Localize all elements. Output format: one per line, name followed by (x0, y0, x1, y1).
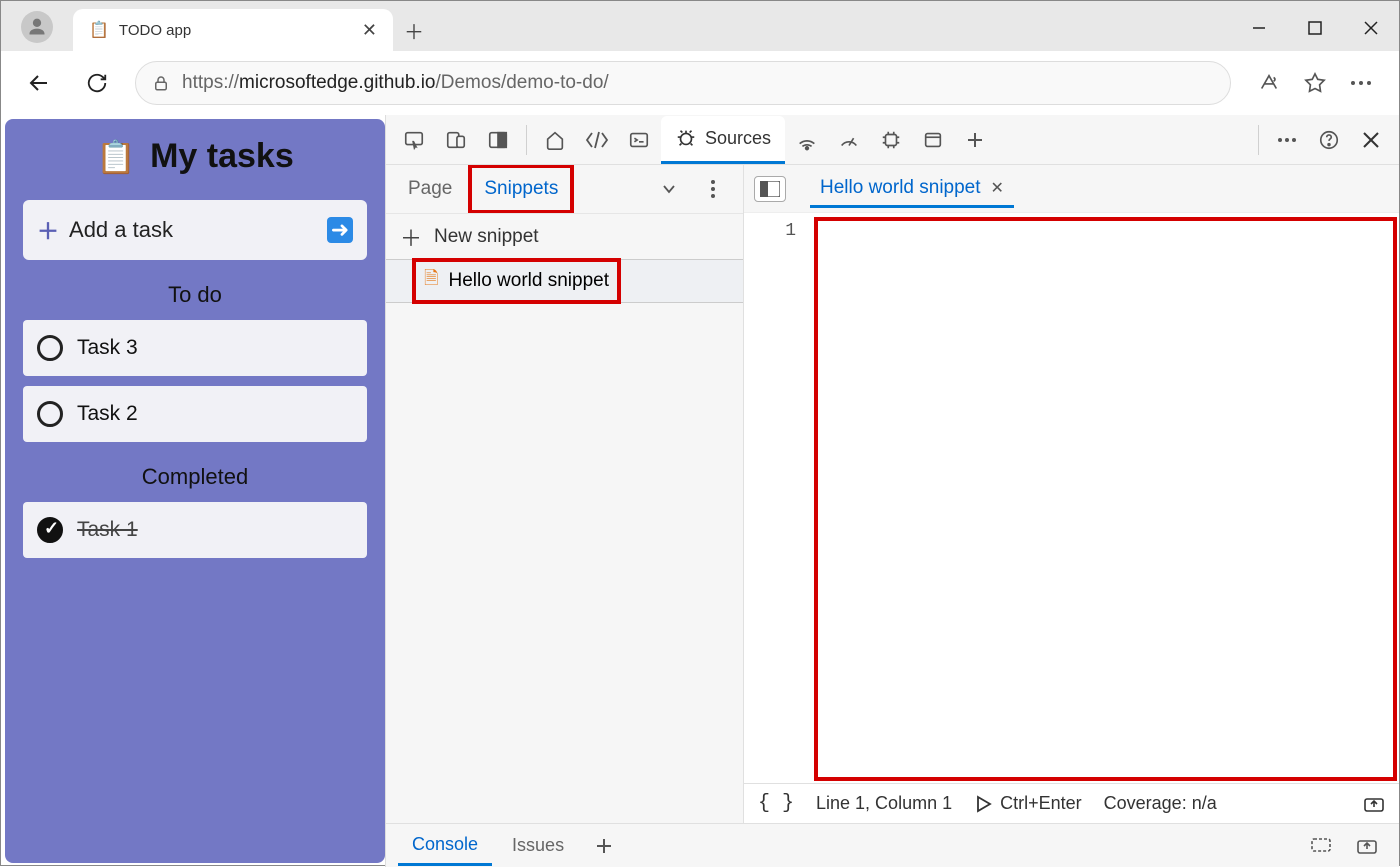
editor-tab-label: Hello world snippet (820, 177, 981, 199)
editor-tabstrip: Hello world snippet ✕ (744, 165, 1399, 213)
toggle-navigator-button[interactable] (754, 176, 786, 202)
page-tab[interactable]: Page (396, 168, 464, 210)
devtools: Sources Page Snippets (385, 115, 1399, 867)
new-snippet-label: New snippet (434, 226, 539, 248)
application-tab-icon[interactable] (913, 120, 953, 160)
editor-pane: Hello world snippet ✕ 1 { } Line 1, Colu… (744, 165, 1399, 823)
bug-icon (675, 127, 697, 149)
editor-tab[interactable]: Hello world snippet ✕ (810, 169, 1014, 208)
coverage-status: Coverage: n/a (1104, 793, 1217, 814)
performance-tab-icon[interactable] (829, 120, 869, 160)
task-item[interactable]: Task 1 (23, 502, 367, 558)
lock-icon (152, 74, 170, 92)
navigator-pane: Page Snippets ＋ New snippet 🗎 Hello worl… (386, 165, 744, 823)
add-task-input[interactable]: ＋ Add a task ➜ (23, 200, 367, 260)
run-snippet-button[interactable]: Ctrl+Enter (974, 793, 1082, 814)
snippet-name: Hello world snippet (448, 270, 609, 292)
source-map-button[interactable] (1363, 795, 1385, 813)
highlight-box (814, 217, 1397, 781)
clipboard-icon: 📋 (89, 20, 109, 40)
favorite-button[interactable] (1295, 63, 1335, 103)
task-item[interactable]: Task 3 (23, 320, 367, 376)
more-tabs-button[interactable] (955, 120, 995, 160)
task-check-icon[interactable] (37, 401, 63, 427)
pretty-print-button[interactable]: { } (758, 792, 794, 815)
browser-tab-title: TODO app (119, 22, 348, 39)
welcome-tab-icon[interactable] (535, 120, 575, 160)
sources-tab-label: Sources (705, 128, 771, 149)
back-button[interactable] (19, 63, 59, 103)
profile-avatar[interactable] (21, 11, 53, 43)
browser-tab[interactable]: 📋 TODO app ✕ (73, 9, 393, 51)
window-maximize-button[interactable] (1287, 5, 1343, 51)
task-label: Task 1 (77, 518, 138, 542)
code-editor[interactable]: 1 (744, 213, 1399, 783)
help-button[interactable] (1309, 120, 1349, 160)
new-snippet-button[interactable]: ＋ New snippet (386, 213, 743, 259)
inspect-icon[interactable] (394, 120, 434, 160)
new-tab-button[interactable]: ＋ (393, 9, 435, 51)
drawer-expand-icon[interactable] (1347, 826, 1387, 866)
window-titlebar: 📋 TODO app ✕ ＋ (1, 1, 1399, 51)
device-toggle-icon[interactable] (436, 120, 476, 160)
url-field[interactable]: https://microsoftedge.github.io/Demos/de… (135, 61, 1231, 105)
address-bar: https://microsoftedge.github.io/Demos/de… (1, 51, 1399, 115)
cursor-position: Line 1, Column 1 (816, 793, 952, 814)
close-devtools-button[interactable] (1351, 120, 1391, 160)
completed-heading: Completed (23, 464, 367, 490)
close-tab-button[interactable]: ✕ (358, 16, 381, 45)
task-check-icon[interactable] (37, 335, 63, 361)
snippet-file-icon: 🗎 (424, 266, 438, 296)
app-title: 📋 My tasks (23, 137, 367, 176)
task-check-icon[interactable] (37, 517, 63, 543)
add-drawer-tab-button[interactable] (584, 826, 624, 866)
plus-icon: ＋ (37, 214, 59, 246)
settings-menu-button[interactable] (1341, 63, 1381, 103)
snippets-tab[interactable]: Snippets (468, 165, 574, 214)
memory-tab-icon[interactable] (871, 120, 911, 160)
dock-icon[interactable] (478, 120, 518, 160)
task-label: Task 2 (77, 402, 138, 426)
url-text: https://microsoftedge.github.io/Demos/de… (182, 72, 609, 94)
task-item[interactable]: Task 2 (23, 386, 367, 442)
console-drawer: Console Issues (386, 823, 1399, 867)
task-label: Task 3 (77, 336, 138, 360)
line-number: 1 (744, 213, 814, 783)
sources-tab[interactable]: Sources (661, 116, 785, 164)
window-minimize-button[interactable] (1231, 5, 1287, 51)
submit-task-button[interactable]: ➜ (327, 217, 353, 243)
network-tab-icon[interactable] (787, 120, 827, 160)
issues-tab[interactable]: Issues (498, 827, 578, 864)
snippet-item[interactable]: 🗎 Hello world snippet (386, 259, 743, 303)
console-tab[interactable]: Console (398, 826, 492, 866)
close-editor-tab-button[interactable]: ✕ (991, 178, 1004, 198)
todo-heading: To do (23, 282, 367, 308)
navigator-more-button[interactable] (693, 169, 733, 209)
elements-tab-icon[interactable] (577, 120, 617, 160)
refresh-button[interactable] (77, 63, 117, 103)
devtools-toolbar: Sources (386, 115, 1399, 165)
window-close-button[interactable] (1343, 5, 1399, 51)
clipboard-icon: 📋 (96, 138, 136, 176)
add-task-label: Add a task (69, 217, 173, 243)
navigator-tabs: Page Snippets (386, 165, 743, 213)
read-aloud-button[interactable] (1249, 63, 1289, 103)
app-panel: 📋 My tasks ＋ Add a task ➜ To do Task 3 T… (5, 119, 385, 863)
console-tab-icon[interactable] (619, 120, 659, 160)
plus-icon: ＋ (400, 221, 422, 253)
navigator-dropdown-button[interactable] (649, 169, 689, 209)
editor-status-bar: { } Line 1, Column 1 Ctrl+Enter Coverage… (744, 783, 1399, 823)
more-options-button[interactable] (1267, 120, 1307, 160)
drawer-issues-icon[interactable] (1301, 826, 1341, 866)
